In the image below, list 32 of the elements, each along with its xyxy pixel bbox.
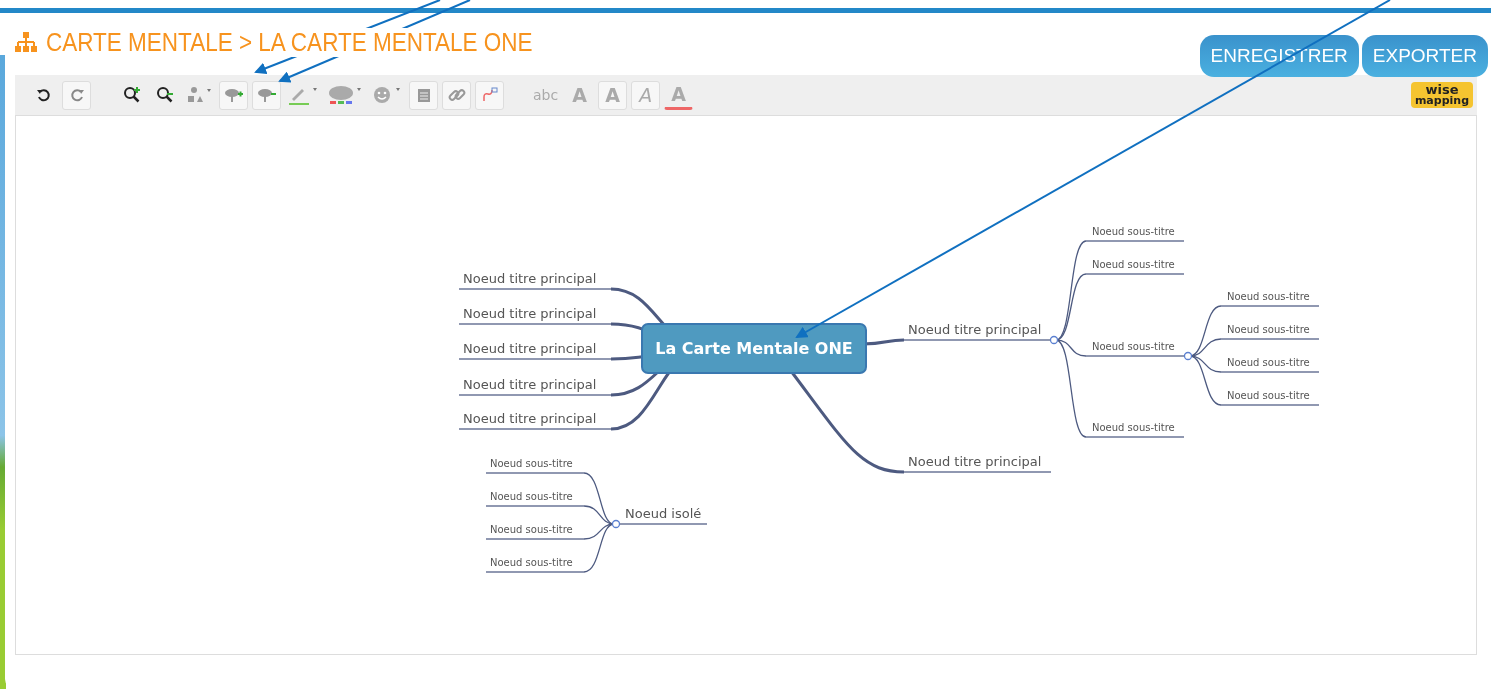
topic-label[interactable]: Noeud titre principal: [463, 306, 597, 321]
collapse-handle[interactable]: [611, 519, 621, 529]
subtopic-label[interactable]: Noeud sous-titre: [1227, 357, 1310, 368]
topic-label[interactable]: Noeud isolé: [625, 506, 702, 521]
breadcrumb-title: CARTE MENTALE > LA CARTE MENTALE ONE: [46, 28, 533, 57]
subtopic-label[interactable]: Noeud sous-titre: [490, 491, 573, 502]
collapse-handle[interactable]: [1183, 351, 1193, 361]
topic-label[interactable]: Noeud titre principal: [908, 454, 1042, 469]
link-icon[interactable]: [442, 80, 471, 110]
topic-label[interactable]: Noeud titre principal: [463, 271, 597, 286]
subtopic-label[interactable]: Noeud sous-titre: [1227, 324, 1310, 335]
subtopic-label[interactable]: Noeud sous-titre: [1092, 226, 1175, 237]
collapse-handle[interactable]: [1049, 335, 1059, 345]
subtopic-label[interactable]: Noeud sous-titre: [1092, 422, 1175, 433]
sitemap-icon: [14, 32, 38, 54]
relationship-icon[interactable]: [475, 80, 504, 110]
subtopic-label[interactable]: Noeud sous-titre: [1227, 390, 1310, 401]
subtopic-label[interactable]: Noeud sous-titre: [1227, 291, 1310, 302]
central-topic-box[interactable]: [641, 323, 867, 374]
topic-label[interactable]: Noeud titre principal: [463, 341, 597, 356]
topic-label[interactable]: Noeud titre principal: [908, 322, 1042, 337]
subtopic-label[interactable]: Noeud sous-titre: [490, 458, 573, 469]
subtopic-label[interactable]: Noeud sous-titre: [1092, 259, 1175, 270]
topic-label[interactable]: Noeud titre principal: [463, 411, 597, 426]
note-icon[interactable]: [409, 80, 438, 110]
subtopic-label[interactable]: Noeud sous-titre: [490, 557, 573, 568]
topic-label[interactable]: Noeud titre principal: [463, 377, 597, 392]
subtopic-label[interactable]: Noeud sous-titre: [1092, 341, 1175, 352]
delete-topic-icon[interactable]: [252, 80, 281, 110]
subtopic-label[interactable]: Noeud sous-titre: [490, 524, 573, 535]
logo-badge: wise mapping: [1410, 82, 1473, 108]
add-topic-icon[interactable]: [219, 80, 248, 110]
